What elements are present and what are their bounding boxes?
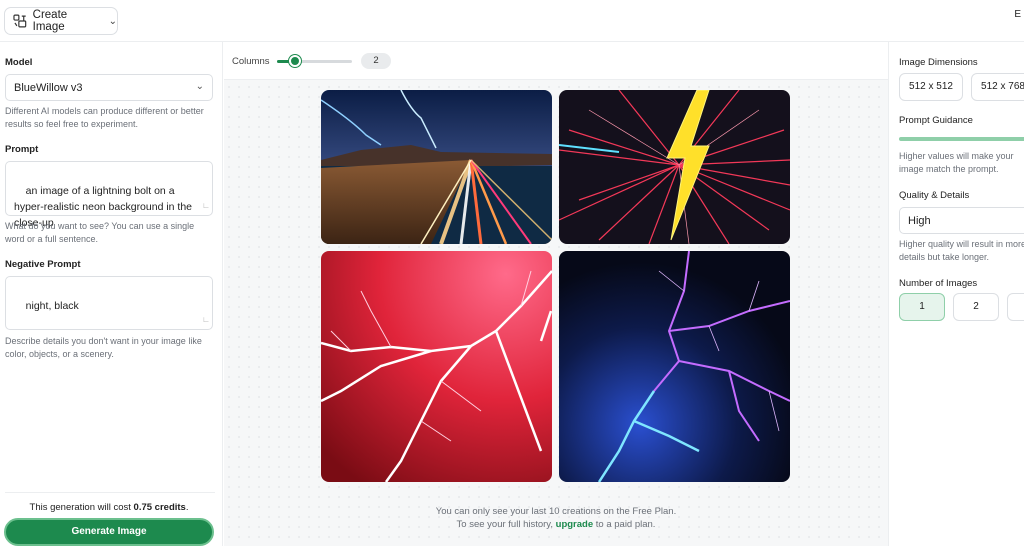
mode-dropdown-label: Create Image [32, 9, 68, 33]
chevron-down-icon: ⌄ [195, 81, 204, 92]
columns-value: 2 [361, 53, 391, 69]
image-count-option-1[interactable]: 1 [899, 293, 945, 321]
quality-select[interactable]: High [899, 207, 1024, 234]
model-select-value: BlueWillow v3 [14, 82, 83, 94]
prompt-guidance-slider[interactable] [899, 137, 1024, 141]
prompt-guidance-label: Prompt Guidance [899, 115, 973, 126]
prompt-label: Prompt [5, 144, 39, 155]
model-select[interactable]: BlueWillow v3 ⌄ [5, 74, 213, 101]
negative-prompt-value: night, black [25, 300, 79, 312]
upgrade-link[interactable]: upgrade [556, 519, 593, 530]
quality-label: Quality & Details [899, 190, 970, 201]
header-corner-text: E [1014, 9, 1021, 20]
dimension-option-512x512[interactable]: 512 x 512 [899, 73, 963, 101]
cost-suffix: . [185, 502, 189, 513]
quality-value: High [908, 215, 931, 227]
chevron-down-icon: ⌄ [108, 15, 117, 27]
cost-notice: This generation will cost 0.75 credits. [0, 502, 218, 513]
top-bar: Create Image ⌄ E [0, 0, 1024, 42]
generated-image-3[interactable] [321, 251, 552, 482]
cost-value: 0.75 credits [133, 502, 186, 513]
generated-image-1[interactable] [321, 90, 552, 244]
image-tool-icon [13, 14, 27, 28]
generated-image-2[interactable] [559, 90, 790, 244]
free-plan-line-2-suffix: to a paid plan. [593, 519, 656, 530]
options-sidebar: Image Dimensions 512 x 512 512 x 768 Pro… [888, 42, 1024, 546]
number-of-images-label: Number of Images [899, 278, 978, 289]
quality-help-text: Higher quality will result in more detai… [899, 239, 1024, 262]
generate-image-button[interactable]: Generate Image [4, 518, 214, 546]
negative-prompt-textarea[interactable]: night, black ∟ [5, 276, 213, 330]
negative-prompt-help-text: Describe details you don't want in your … [5, 336, 202, 359]
image-count-option-2[interactable]: 2 [953, 293, 999, 321]
free-plan-line-1: You can only see your last 10 creations … [435, 506, 677, 517]
image-gallery: Columns 2 You can only see your last 10 … [224, 42, 888, 546]
model-help-text: Different AI models can produce differen… [5, 106, 204, 129]
model-label: Model [5, 57, 33, 68]
columns-label: Columns [232, 56, 270, 67]
resize-grip-icon[interactable]: ∟ [202, 312, 210, 328]
prompt-guidance-help-text: Higher values will make your image match… [899, 151, 1014, 174]
divider [5, 492, 215, 493]
settings-sidebar: Model BlueWillow v3 ⌄ Different AI model… [0, 42, 223, 546]
mode-dropdown[interactable]: Create Image ⌄ [4, 7, 118, 35]
dimension-option-512x768[interactable]: 512 x 768 [971, 73, 1024, 101]
columns-slider-handle[interactable] [289, 55, 301, 67]
free-plan-line-2-prefix: To see your full history, [456, 519, 556, 530]
prompt-textarea[interactable]: an image of a lightning bolt on a hyper-… [5, 161, 213, 229]
generated-image-4[interactable] [559, 251, 790, 482]
prompt-help-text: What do you want to see? You can use a s… [5, 221, 195, 244]
negative-prompt-label: Negative Prompt [5, 259, 81, 270]
columns-toolbar: Columns 2 [224, 42, 888, 80]
cost-prefix: This generation will cost [29, 502, 134, 513]
free-plan-line-2: To see your full history, upgrade to a p… [224, 518, 888, 531]
free-plan-notice: You can only see your last 10 creations … [224, 505, 888, 531]
resize-grip-icon[interactable]: ∟ [202, 198, 210, 214]
image-dimensions-label: Image Dimensions [899, 57, 978, 68]
image-count-option-3[interactable] [1007, 293, 1024, 321]
